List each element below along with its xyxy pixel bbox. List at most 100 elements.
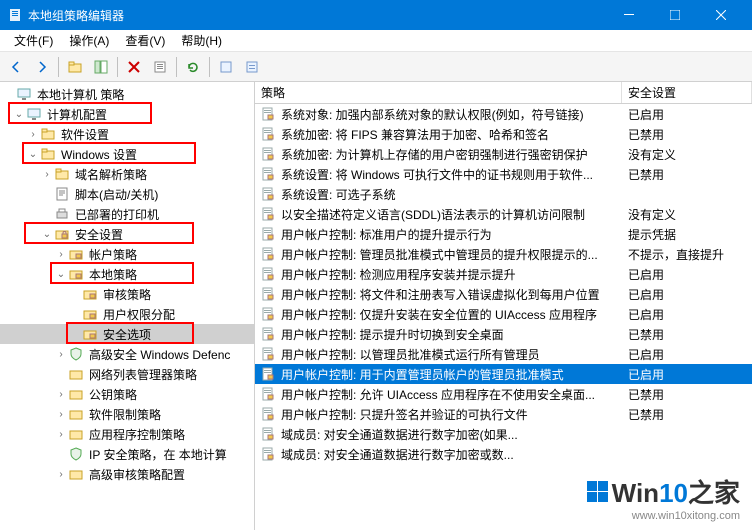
policy-row[interactable]: 用户帐户控制: 以管理员批准模式运行所有管理员已启用 — [255, 344, 752, 364]
chevron-right-icon[interactable]: › — [54, 429, 68, 440]
tree-app-control[interactable]: ›应用程序控制策略 — [0, 424, 254, 444]
tree-scripts[interactable]: 脚本(启动/关机) — [0, 184, 254, 204]
policy-row[interactable]: 用户帐户控制: 仅提升安装在安全位置的 UIAccess 应用程序已启用 — [255, 304, 752, 324]
chevron-down-icon[interactable]: ⌄ — [54, 269, 68, 280]
menu-action[interactable]: 操作(A) — [61, 30, 117, 51]
tree-ip-security[interactable]: IP 安全策略，在 本地计算 — [0, 444, 254, 464]
tree-windows-defender[interactable]: ›高级安全 Windows Defenc — [0, 344, 254, 364]
policy-row[interactable]: 系统加密: 将 FIPS 兼容算法用于加密、哈希和签名已禁用 — [255, 124, 752, 144]
policy-value: 没有定义 — [622, 146, 752, 163]
column-policy[interactable]: 策略 — [255, 82, 622, 103]
tree-deployed-printers[interactable]: 已部署的打印机 — [0, 204, 254, 224]
menu-help[interactable]: 帮助(H) — [173, 30, 230, 51]
tree-local-policies[interactable]: ⌄本地策略 — [0, 264, 254, 284]
policy-text: 用户帐户控制: 允许 UIAccess 应用程序在不使用安全桌面... — [281, 386, 622, 403]
policy-text: 系统设置: 将 Windows 可执行文件中的证书规则用于软件... — [281, 166, 622, 183]
close-button[interactable] — [698, 0, 744, 30]
policy-row[interactable]: 用户帐户控制: 提示提升时切换到安全桌面已禁用 — [255, 324, 752, 344]
refresh-button[interactable] — [181, 55, 205, 79]
policy-icon — [261, 187, 277, 201]
tree-windows-settings[interactable]: ⌄Windows 设置 — [0, 144, 254, 164]
chevron-right-icon[interactable]: › — [54, 389, 68, 400]
tree-network-list[interactable]: 网络列表管理器策略 — [0, 364, 254, 384]
up-button[interactable] — [63, 55, 87, 79]
shield-icon — [68, 346, 84, 362]
policy-row[interactable]: 系统设置: 将 Windows 可执行文件中的证书规则用于软件...已禁用 — [255, 164, 752, 184]
policy-text: 以安全描述符定义语言(SDDL)语法表示的计算机访问限制 — [281, 206, 622, 223]
tree-user-rights[interactable]: 用户权限分配 — [0, 304, 254, 324]
minimize-button[interactable] — [606, 0, 652, 30]
tree-account-policies[interactable]: ›帐户策略 — [0, 244, 254, 264]
policy-row[interactable]: 用户帐户控制: 检测应用程序安装并提示提升已启用 — [255, 264, 752, 284]
chevron-down-icon[interactable]: ⌄ — [12, 109, 26, 120]
policy-icon — [261, 127, 277, 141]
policy-row[interactable]: 用户帐户控制: 用于内置管理员帐户的管理员批准模式已启用 — [255, 364, 752, 384]
policy-list[interactable]: 系统对象: 加强内部系统对象的默认权限(例如，符号链接)已启用系统加密: 将 F… — [255, 104, 752, 530]
policy-text: 系统加密: 将 FIPS 兼容算法用于加密、哈希和签名 — [281, 126, 622, 143]
tree-public-key[interactable]: ›公钥策略 — [0, 384, 254, 404]
folder-icon — [40, 126, 56, 142]
policy-text: 系统设置: 可选子系统 — [281, 186, 622, 203]
chevron-down-icon[interactable]: ⌄ — [26, 149, 40, 160]
tree-software-settings[interactable]: ›软件设置 — [0, 124, 254, 144]
policy-icon — [261, 427, 277, 441]
chevron-right-icon[interactable]: › — [26, 129, 40, 140]
printer-icon — [54, 206, 70, 222]
policy-row[interactable]: 用户帐户控制: 只提升签名并验证的可执行文件已禁用 — [255, 404, 752, 424]
policy-row[interactable]: 用户帐户控制: 管理员批准模式中管理员的提升权限提示的...不提示，直接提升 — [255, 244, 752, 264]
back-button[interactable] — [4, 55, 28, 79]
tree-security-settings[interactable]: ⌄安全设置 — [0, 224, 254, 244]
policy-value: 已启用 — [622, 346, 752, 363]
folder-icon — [68, 366, 84, 382]
chevron-right-icon[interactable]: › — [40, 169, 54, 180]
policy-row[interactable]: 用户帐户控制: 标准用户的提升提示行为提示凭据 — [255, 224, 752, 244]
column-security-setting[interactable]: 安全设置 — [622, 82, 752, 103]
policy-row[interactable]: 系统加密: 为计算机上存储的用户密钥强制进行强密钥保护没有定义 — [255, 144, 752, 164]
lock-folder-icon — [82, 306, 98, 322]
folder-icon — [68, 406, 84, 422]
tree-security-options[interactable]: 安全选项 — [0, 324, 254, 344]
policy-row[interactable]: 用户帐户控制: 允许 UIAccess 应用程序在不使用安全桌面...已禁用 — [255, 384, 752, 404]
policy-value: 已启用 — [622, 366, 752, 383]
tree-audit-policy[interactable]: 审核策略 — [0, 284, 254, 304]
policy-row[interactable]: 系统设置: 可选子系统 — [255, 184, 752, 204]
show-hide-tree-button[interactable] — [89, 55, 113, 79]
chevron-right-icon[interactable]: › — [54, 469, 68, 480]
tree-pane[interactable]: 本地计算机 策略 ⌄计算机配置 ›软件设置 ⌄Windows 设置 ›域名解析策… — [0, 82, 255, 530]
policy-value: 已禁用 — [622, 326, 752, 343]
delete-button[interactable] — [122, 55, 146, 79]
maximize-button[interactable] — [652, 0, 698, 30]
policy-value: 已禁用 — [622, 386, 752, 403]
policy-row[interactable]: 域成员: 对安全通道数据进行数字加密或数... — [255, 444, 752, 464]
tree-name-resolution[interactable]: ›域名解析策略 — [0, 164, 254, 184]
policy-icon — [261, 447, 277, 461]
tree-root[interactable]: 本地计算机 策略 — [0, 84, 254, 104]
chevron-down-icon[interactable]: ⌄ — [40, 229, 54, 240]
policy-icon — [261, 147, 277, 161]
policy-row[interactable]: 用户帐户控制: 将文件和注册表写入错误虚拟化到每用户位置已启用 — [255, 284, 752, 304]
menu-view[interactable]: 查看(V) — [117, 30, 173, 51]
forward-button[interactable] — [30, 55, 54, 79]
menu-file[interactable]: 文件(F) — [6, 30, 61, 51]
policy-text: 用户帐户控制: 标准用户的提升提示行为 — [281, 226, 622, 243]
policy-icon — [261, 367, 277, 381]
policy-row[interactable]: 以安全描述符定义语言(SDDL)语法表示的计算机访问限制没有定义 — [255, 204, 752, 224]
tree-computer-config[interactable]: ⌄计算机配置 — [0, 104, 254, 124]
chevron-right-icon[interactable]: › — [54, 409, 68, 420]
details-pane: 策略 安全设置 系统对象: 加强内部系统对象的默认权限(例如，符号链接)已启用系… — [255, 82, 752, 530]
policy-text: 域成员: 对安全通道数据进行数字加密(如果... — [281, 426, 622, 443]
policy-icon — [261, 287, 277, 301]
toolbar — [0, 52, 752, 82]
tree-adv-audit[interactable]: ›高级审核策略配置 — [0, 464, 254, 484]
properties-button[interactable] — [148, 55, 172, 79]
policy-row[interactable]: 系统对象: 加强内部系统对象的默认权限(例如，符号链接)已启用 — [255, 104, 752, 124]
chevron-right-icon[interactable]: › — [54, 349, 68, 360]
tree-software-restrict[interactable]: ›软件限制策略 — [0, 404, 254, 424]
policy-value: 提示凭据 — [622, 226, 752, 243]
chevron-right-icon[interactable]: › — [54, 249, 68, 260]
view-list-button[interactable] — [214, 55, 238, 79]
policy-row[interactable]: 域成员: 对安全通道数据进行数字加密(如果... — [255, 424, 752, 444]
view-detail-button[interactable] — [240, 55, 264, 79]
policy-text: 用户帐户控制: 管理员批准模式中管理员的提升权限提示的... — [281, 246, 622, 263]
policy-value: 已禁用 — [622, 166, 752, 183]
